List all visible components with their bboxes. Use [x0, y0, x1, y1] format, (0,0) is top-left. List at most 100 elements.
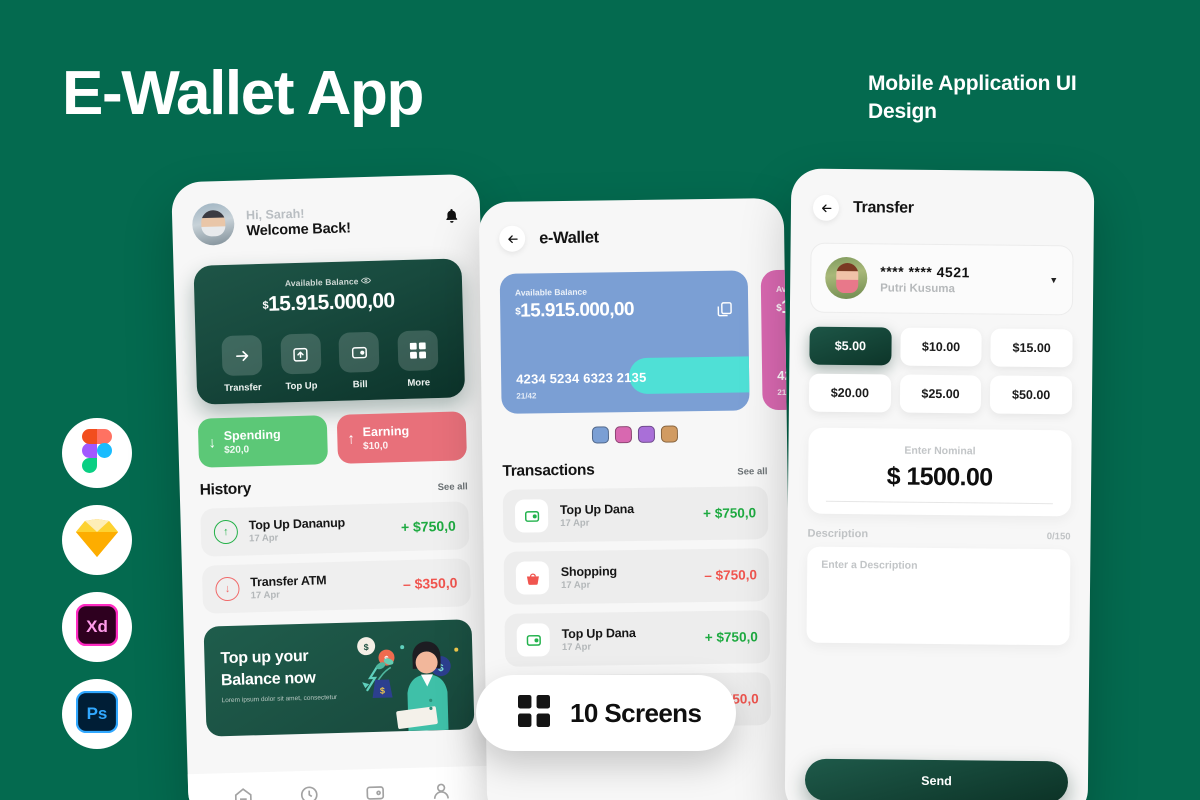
stat-value: $10,0	[362, 440, 389, 452]
transfer-header: Transfer	[791, 168, 1095, 223]
promo-illustration-icon: $ $ $ $	[357, 636, 459, 731]
color-swatch-purple[interactable]	[637, 425, 655, 443]
history-see-all[interactable]: See all	[437, 481, 467, 493]
amount-chip-15[interactable]: $15.00	[990, 328, 1073, 368]
amount-chip-50[interactable]: $50.00	[990, 375, 1073, 415]
color-swatch-blue[interactable]	[591, 426, 609, 444]
wallet-card-carousel[interactable]: Available Balance $15.915.000,00 4234 52…	[479, 248, 793, 414]
arrow-down-icon: ↓	[208, 434, 217, 452]
table-row[interactable]: Shopping 17 Apr – $750,0	[503, 548, 770, 605]
figma-badge	[62, 418, 132, 488]
sidebar-item-home[interactable]	[233, 786, 254, 800]
amount-chip-5[interactable]: $5.00	[809, 326, 892, 366]
transaction-amount: + $750,0	[400, 517, 457, 535]
quick-action-label: Transfer	[223, 381, 262, 395]
amount-chip-25[interactable]: $25.00	[899, 374, 982, 414]
screens-count-label: 10 Screens	[570, 697, 702, 728]
send-button[interactable]: Send	[804, 758, 1069, 800]
bell-icon[interactable]	[443, 207, 461, 227]
nominal-input-card[interactable]: Enter Nominal $ 1500.00	[807, 427, 1072, 517]
arrow-left-icon[interactable]	[499, 225, 526, 252]
color-swatch-tan[interactable]	[660, 425, 678, 443]
home-header: Hi, Sarah! Welcome Back!	[171, 174, 481, 247]
adobe-xd-icon: Xd	[75, 603, 119, 651]
transactions-title: Transactions	[502, 461, 595, 480]
wallet-icon	[516, 623, 551, 657]
card-expiry: 21/42	[516, 391, 537, 401]
bottom-navigation	[187, 765, 497, 800]
balance-amount: $15.915.000,00	[208, 288, 449, 319]
transaction-amount: – $350,0	[402, 574, 458, 592]
page-title: E-Wallet App	[62, 59, 424, 128]
nominal-value: $ 1500.00	[886, 462, 993, 492]
quick-action-more[interactable]: More	[389, 330, 447, 390]
transaction-name: Shopping	[560, 563, 617, 579]
arrow-up-icon: ↑	[213, 519, 239, 544]
amount-chip-10[interactable]: $10.00	[899, 327, 983, 367]
recipient-selector[interactable]: **** **** 4521 Putri Kusuma ▼	[809, 242, 1074, 316]
sidebar-item-wallet[interactable]	[365, 783, 386, 800]
stat-label: Earning	[362, 423, 410, 440]
promo-banner[interactable]: Top up your Balance now Lorem ipsum dolo…	[203, 618, 475, 737]
table-row[interactable]: ↑ Top Up Dananup 17 Apr + $750,0	[200, 500, 470, 557]
quick-actions: Transfer Top Up Bill More	[209, 330, 451, 395]
table-row[interactable]: Top Up Dana 17 Apr + $750,0	[504, 610, 771, 667]
table-row[interactable]: ↓ Transfer ATM 17 Apr – $350,0	[201, 557, 472, 614]
upload-box-icon	[280, 333, 322, 375]
figma-icon	[82, 428, 112, 478]
transaction-amount: – $750,0	[704, 567, 758, 584]
amount-chip-20[interactable]: $20.00	[808, 373, 891, 413]
svg-text:Ps: Ps	[87, 704, 108, 723]
photoshop-icon: Ps	[75, 690, 119, 738]
grid-icon	[518, 694, 550, 732]
wallet-card[interactable]: Available Balance $15.915.000,00 4234 52…	[499, 270, 750, 414]
balance-value: 15.915.000,00	[267, 289, 395, 316]
transaction-date: 17 Apr	[560, 517, 590, 529]
quick-action-topup[interactable]: Top Up	[272, 333, 330, 393]
recipient-card-number: **** **** 4521	[880, 262, 970, 280]
sidebar-item-history[interactable]	[299, 785, 320, 800]
card-amount-value: 15.915.000,00	[520, 299, 635, 322]
history-header: History See all	[199, 474, 467, 499]
color-swatch-pink[interactable]	[614, 426, 632, 444]
stat-value: $20,0	[223, 443, 250, 456]
recipient-name: Putri Kusuma	[880, 281, 955, 295]
svg-text:Xd: Xd	[86, 617, 108, 636]
nominal-underline	[825, 500, 1053, 505]
quick-action-label: Bill	[352, 379, 368, 391]
quick-action-bill[interactable]: Bill	[331, 331, 389, 391]
description-label: Description	[807, 527, 869, 541]
page-subtitle: Mobile Application UI Design	[868, 72, 1077, 124]
arrow-left-icon[interactable]	[812, 194, 840, 221]
transaction-date: 17 Apr	[561, 641, 592, 653]
transaction-amount: + $750,0	[703, 505, 757, 522]
sidebar-item-profile[interactable]	[431, 781, 452, 800]
transaction-amount: + $750,0	[704, 629, 758, 646]
quick-action-label: More	[407, 377, 431, 389]
quick-action-transfer[interactable]: Transfer	[213, 334, 271, 395]
table-row[interactable]: Top Up Dana 17 Apr + $750,0	[502, 486, 769, 543]
description-counter: 0/150	[1046, 531, 1071, 543]
eye-icon[interactable]	[360, 276, 372, 286]
photoshop-badge: Ps	[62, 679, 132, 749]
copy-icon[interactable]	[716, 301, 733, 323]
arrow-up-icon: ↑	[347, 430, 356, 448]
transaction-name: Top Up Dana	[559, 501, 635, 517]
description-input[interactable]: Enter a Description	[806, 546, 1071, 646]
description-header: Description 0/150	[808, 528, 1071, 543]
stat-earning[interactable]: ↑ Earning $10,0	[336, 411, 467, 464]
wallet-icon	[338, 331, 380, 373]
card-balance-label: Available Balance	[514, 286, 588, 298]
transactions-see-all[interactable]: See all	[737, 466, 767, 477]
sketch-badge	[62, 505, 132, 575]
wallet-header: e-Wallet	[479, 198, 785, 252]
balance-label-text: Available Balance	[284, 276, 359, 289]
chevron-down-icon[interactable]: ▼	[1049, 275, 1058, 285]
arrow-down-icon: ↓	[215, 576, 240, 601]
nominal-label: Enter Nominal	[904, 444, 976, 458]
balance-card: Available Balance $15.915.000,00 Transfe…	[193, 258, 466, 405]
basket-icon	[515, 561, 550, 595]
stat-spending[interactable]: ↓ Spending $20,0	[197, 415, 329, 468]
wallet-card[interactable]: Available Balance $15.915.000,00 4234 52…	[760, 266, 793, 411]
avatar[interactable]	[191, 202, 235, 246]
